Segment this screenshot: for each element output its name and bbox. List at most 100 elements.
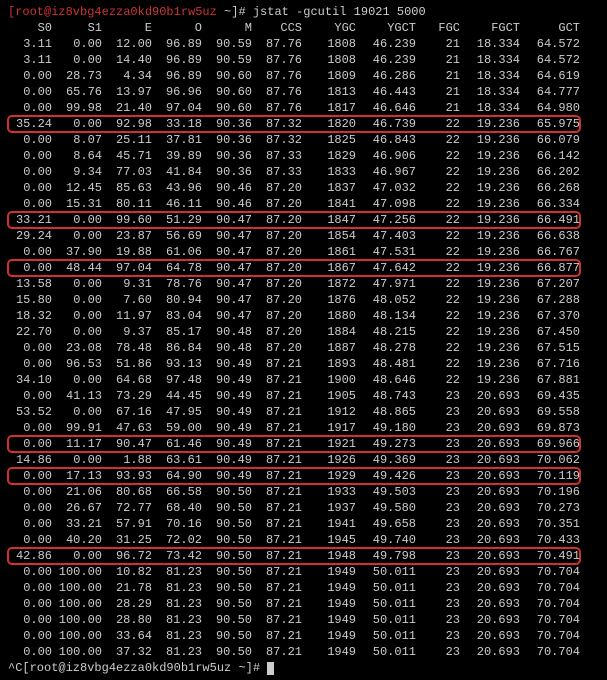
cell: 90.50 xyxy=(202,628,252,644)
cell: 19.236 xyxy=(460,116,520,132)
cell: 20.693 xyxy=(460,452,520,468)
cell: 37.32 xyxy=(102,644,152,660)
cell: 97.04 xyxy=(152,100,202,116)
cell: 87.21 xyxy=(252,628,302,644)
table-row: 3.110.0012.0096.8990.5987.76180846.23921… xyxy=(8,36,580,52)
cell: 85.17 xyxy=(152,324,202,340)
cell: 25.11 xyxy=(102,132,152,148)
col-header-s1: S1 xyxy=(52,20,102,36)
cell: 35.24 xyxy=(8,116,52,132)
cell: 0.00 xyxy=(8,484,52,500)
cell: 0.00 xyxy=(8,388,52,404)
cell: 90.48 xyxy=(202,324,252,340)
cell: 21.40 xyxy=(102,100,152,116)
cell: 46.967 xyxy=(356,164,416,180)
cell: 39.89 xyxy=(152,148,202,164)
cell: 97.04 xyxy=(102,260,152,276)
prompt-command: jstat -gcutil 19021 5000 xyxy=(253,5,426,19)
cell: 70.491 xyxy=(520,548,580,564)
cell: 0.00 xyxy=(8,84,52,100)
next-prompt[interactable]: ^C[root@iz8vbg4ezza0kd90b1rw5uz ~]# xyxy=(8,660,599,676)
cell: 0.00 xyxy=(52,404,102,420)
cell: 70.704 xyxy=(520,644,580,660)
cell: 47.098 xyxy=(356,196,416,212)
cell: 40.20 xyxy=(52,532,102,548)
cell: 57.91 xyxy=(102,516,152,532)
cell: 20.693 xyxy=(460,484,520,500)
cell: 49.580 xyxy=(356,500,416,516)
cell: 87.20 xyxy=(252,308,302,324)
cell: 67.288 xyxy=(520,292,580,308)
cell: 90.49 xyxy=(202,420,252,436)
cell: 61.06 xyxy=(152,244,202,260)
cell: 22 xyxy=(416,116,460,132)
cell: 70.704 xyxy=(520,564,580,580)
col-header-gct: GCT xyxy=(520,20,580,36)
cell: 49.369 xyxy=(356,452,416,468)
cell: 51.29 xyxy=(152,212,202,228)
cell: 0.00 xyxy=(52,276,102,292)
cell: 56.69 xyxy=(152,228,202,244)
cell: 21 xyxy=(416,100,460,116)
table-row: 34.100.0064.6897.4890.4987.21190048.6462… xyxy=(8,372,580,388)
cell: 90.50 xyxy=(202,484,252,500)
cell: 83.04 xyxy=(152,308,202,324)
cell: 70.704 xyxy=(520,580,580,596)
cell: 19.236 xyxy=(460,292,520,308)
cell: 0.00 xyxy=(8,628,52,644)
cell: 87.21 xyxy=(252,580,302,596)
cell: 72.77 xyxy=(102,500,152,516)
cell: 22 xyxy=(416,276,460,292)
cell: 81.23 xyxy=(152,580,202,596)
cell: 99.98 xyxy=(52,100,102,116)
cell: 100.00 xyxy=(52,580,102,596)
cell: 46.739 xyxy=(356,116,416,132)
cell: 19.236 xyxy=(460,196,520,212)
cell: 43.96 xyxy=(152,180,202,196)
cell: 14.86 xyxy=(8,452,52,468)
cell: 1867 xyxy=(302,260,356,276)
cell: 53.52 xyxy=(8,404,52,420)
cell: 70.119 xyxy=(520,468,580,484)
cell: 0.00 xyxy=(8,164,52,180)
cell: 67.370 xyxy=(520,308,580,324)
cell: 0.00 xyxy=(8,500,52,516)
cell: 19.236 xyxy=(460,212,520,228)
table-row: 0.0041.1373.2944.4590.4987.21190548.7432… xyxy=(8,388,580,404)
cell: 70.273 xyxy=(520,500,580,516)
cell: 37.90 xyxy=(52,244,102,260)
cell: 99.60 xyxy=(102,212,152,228)
cell: 19.236 xyxy=(460,228,520,244)
cell: 19.236 xyxy=(460,276,520,292)
cell: 63.61 xyxy=(152,452,202,468)
table-row: 0.0011.1790.4761.4690.4987.21192149.2732… xyxy=(8,436,580,452)
cell: 1926 xyxy=(302,452,356,468)
cell: 1876 xyxy=(302,292,356,308)
cell: 64.68 xyxy=(102,372,152,388)
table-row: 0.0015.3180.1146.1190.4687.20184147.0982… xyxy=(8,196,580,212)
cell: 49.740 xyxy=(356,532,416,548)
cell: 19.236 xyxy=(460,260,520,276)
cell: 20.693 xyxy=(460,468,520,484)
cell: 66.58 xyxy=(152,484,202,500)
cell: 0.00 xyxy=(52,292,102,308)
cell: 1825 xyxy=(302,132,356,148)
cell: 15.31 xyxy=(52,196,102,212)
cell: 0.00 xyxy=(8,68,52,84)
cell: 48.44 xyxy=(52,260,102,276)
cell: 0.00 xyxy=(52,548,102,564)
cell: 23 xyxy=(416,516,460,532)
cell: 0.00 xyxy=(8,132,52,148)
cell: 1921 xyxy=(302,436,356,452)
cell: 1854 xyxy=(302,228,356,244)
table-row: 53.520.0067.1647.9590.4987.21191248.8652… xyxy=(8,404,580,420)
cell: 90.50 xyxy=(202,596,252,612)
table-row: 0.0040.2031.2572.0290.5087.21194549.7402… xyxy=(8,532,580,548)
cell: 1808 xyxy=(302,36,356,52)
cell: 100.00 xyxy=(52,596,102,612)
cell: 87.21 xyxy=(252,500,302,516)
cell: 23 xyxy=(416,564,460,580)
col-header-fgct: FGCT xyxy=(460,20,520,36)
cell: 22 xyxy=(416,244,460,260)
table-row: 0.0023.0878.4886.8490.4887.20188748.2782… xyxy=(8,340,580,356)
